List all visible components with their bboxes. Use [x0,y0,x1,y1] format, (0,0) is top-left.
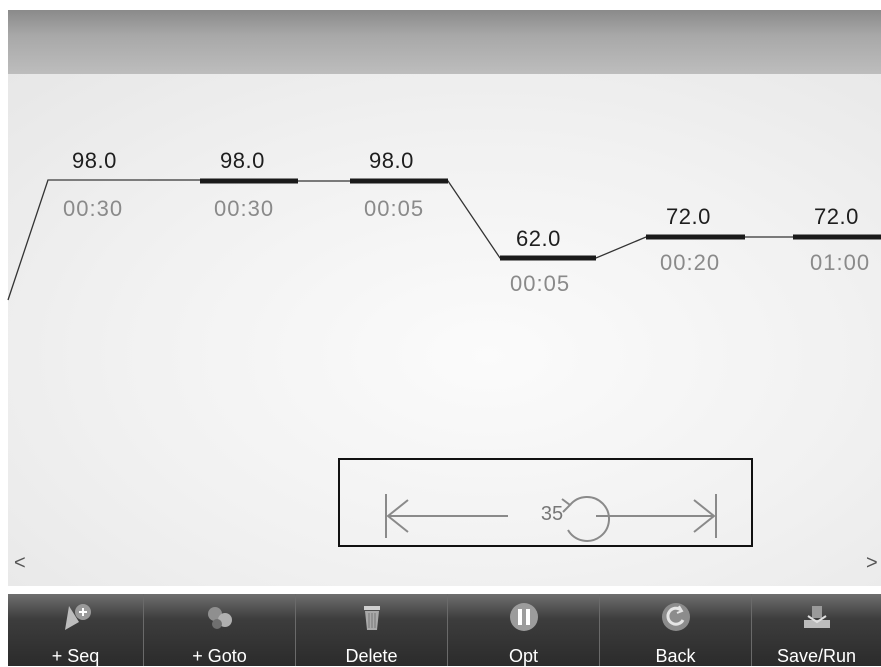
bottom-toolbar: + Seq + Goto Delete Opt Back Save/Run [8,594,881,666]
delete-label: Delete [345,646,398,666]
save-run-label: Save/Run [776,646,857,666]
pause-icon [509,603,538,631]
add-sequence-button[interactable]: + Seq [8,594,144,666]
add-sequence-icon [64,604,91,630]
opt-button[interactable]: Opt [448,594,600,666]
save-run-button[interactable]: Save/Run [752,594,881,666]
save-run-icon [803,606,830,628]
back-icon [661,603,690,631]
screen: 98.0 00:30 98.0 00:30 98.0 00:05 62.0 00… [0,0,881,666]
scroll-left-button[interactable]: < [14,552,26,575]
cycle-circle-icon [567,495,611,542]
add-goto-label: + Goto [192,646,247,666]
add-sequence-label: + Seq [51,646,100,666]
trash-icon [363,606,380,630]
cycle-count[interactable]: 35 [530,503,574,526]
scroll-right-button[interactable]: > [866,552,878,575]
add-goto-icon [207,607,232,629]
add-goto-button[interactable]: + Goto [144,594,296,666]
loop-arrows [385,494,717,542]
back-button[interactable]: Back [600,594,752,666]
back-label: Back [655,646,696,666]
delete-button[interactable]: Delete [296,594,448,666]
opt-label: Opt [508,646,538,666]
